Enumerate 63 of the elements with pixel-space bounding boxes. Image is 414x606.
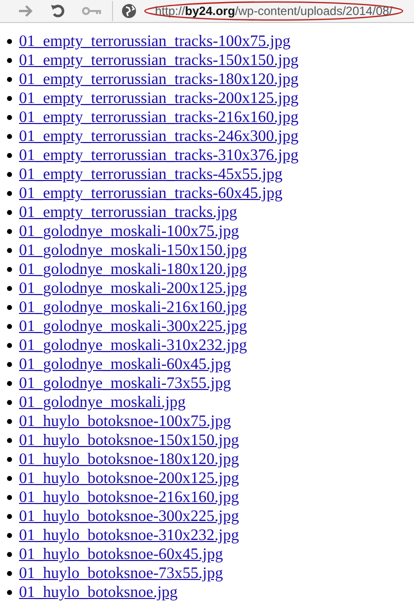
file-link[interactable]: 01_golodnye_moskali-150x150.jpg (19, 241, 247, 260)
file-link[interactable]: 01_golodnye_moskali-216x160.jpg (19, 298, 247, 317)
bullet-icon (7, 400, 12, 405)
file-link[interactable]: 01_empty_terrorussian_tracks-180x120.jpg (19, 70, 298, 89)
reload-icon[interactable] (50, 3, 66, 19)
file-link[interactable]: 01_empty_terrorussian_tracks-100x75.jpg (19, 32, 290, 51)
bullet-icon (7, 533, 12, 538)
file-link[interactable]: 01_empty_terrorussian_tracks.jpg (19, 203, 238, 222)
bullet-icon (7, 96, 12, 101)
bullet-icon (7, 77, 12, 82)
bullet-icon (7, 476, 12, 481)
bullet-icon (7, 343, 12, 348)
file-link[interactable]: 01_golodnye_moskali.jpg (19, 393, 186, 412)
file-link[interactable]: 01_golodnye_moskali-310x232.jpg (19, 336, 247, 355)
file-link[interactable]: 01_huylo_botoksnoe-100x75.jpg (19, 412, 231, 431)
bullet-icon (7, 457, 12, 462)
file-link[interactable]: 01_huylo_botoksnoe.jpg (19, 583, 178, 602)
bullet-icon (7, 267, 12, 272)
file-link[interactable]: 01_huylo_botoksnoe-73x55.jpg (19, 564, 223, 583)
file-link[interactable]: 01_huylo_botoksnoe-300x225.jpg (19, 507, 239, 526)
file-link[interactable]: 01_golodnye_moskali-300x225.jpg (19, 317, 247, 336)
file-link[interactable]: 01_huylo_botoksnoe-150x150.jpg (19, 431, 239, 450)
file-link[interactable]: 01_huylo_botoksnoe-180x120.jpg (19, 450, 239, 469)
file-link[interactable]: 01_golodnye_moskali-180x120.jpg (19, 260, 247, 279)
bullet-icon (7, 229, 12, 234)
bullet-icon (7, 58, 12, 63)
bullet-icon (7, 590, 12, 595)
globe-icon[interactable] (121, 3, 137, 19)
bullet-icon (7, 134, 12, 139)
bullet-icon (7, 115, 12, 120)
file-link[interactable]: 01_huylo_botoksnoe-216x160.jpg (19, 488, 239, 507)
file-link[interactable]: 01_empty_terrorussian_tracks-45x55.jpg (19, 165, 282, 184)
file-link[interactable]: 01_huylo_botoksnoe-310x232.jpg (19, 526, 239, 545)
bullet-icon (7, 419, 12, 424)
file-link[interactable]: 01_empty_terrorussian_tracks-60x45.jpg (19, 184, 282, 203)
bullet-icon (7, 495, 12, 500)
file-link[interactable]: 01_golodnye_moskali-100x75.jpg (19, 222, 239, 241)
bullet-icon (7, 362, 12, 367)
bullet-icon (7, 381, 12, 386)
file-link[interactable]: 01_empty_terrorussian_tracks-310x376.jpg (19, 146, 298, 165)
file-link[interactable]: 01_empty_terrorussian_tracks-150x150.jpg (19, 51, 298, 70)
file-link[interactable]: 01_golodnye_moskali-73x55.jpg (19, 374, 231, 393)
bullet-icon (7, 571, 12, 576)
bullet-icon (7, 552, 12, 557)
bullet-icon (7, 305, 12, 310)
file-link[interactable]: 01_huylo_botoksnoe-200x125.jpg (19, 469, 239, 488)
bullet-icon (7, 514, 12, 519)
file-link[interactable]: 01_golodnye_moskali-200x125.jpg (19, 279, 247, 298)
bullet-icon (7, 191, 12, 196)
bullet-icon (7, 210, 12, 215)
file-link[interactable]: 01_huylo_botoksnoe-60x45.jpg (19, 545, 223, 564)
bullet-icon (7, 172, 12, 177)
forward-icon[interactable] (18, 5, 34, 17)
bullet-icon (7, 324, 12, 329)
file-link[interactable]: 01_empty_terrorussian_tracks-246x300.jpg (19, 127, 298, 146)
file-link[interactable]: 01_empty_terrorussian_tracks-216x160.jpg (19, 108, 298, 127)
bullet-icon (7, 248, 12, 253)
bullet-icon (7, 438, 12, 443)
bullet-icon (7, 153, 12, 158)
file-link[interactable]: 01_empty_terrorussian_tracks-200x125.jpg (19, 89, 298, 108)
bullet-icon (7, 286, 12, 291)
bullet-icon (7, 39, 12, 44)
file-link[interactable]: 01_golodnye_moskali-60x45.jpg (19, 355, 231, 374)
